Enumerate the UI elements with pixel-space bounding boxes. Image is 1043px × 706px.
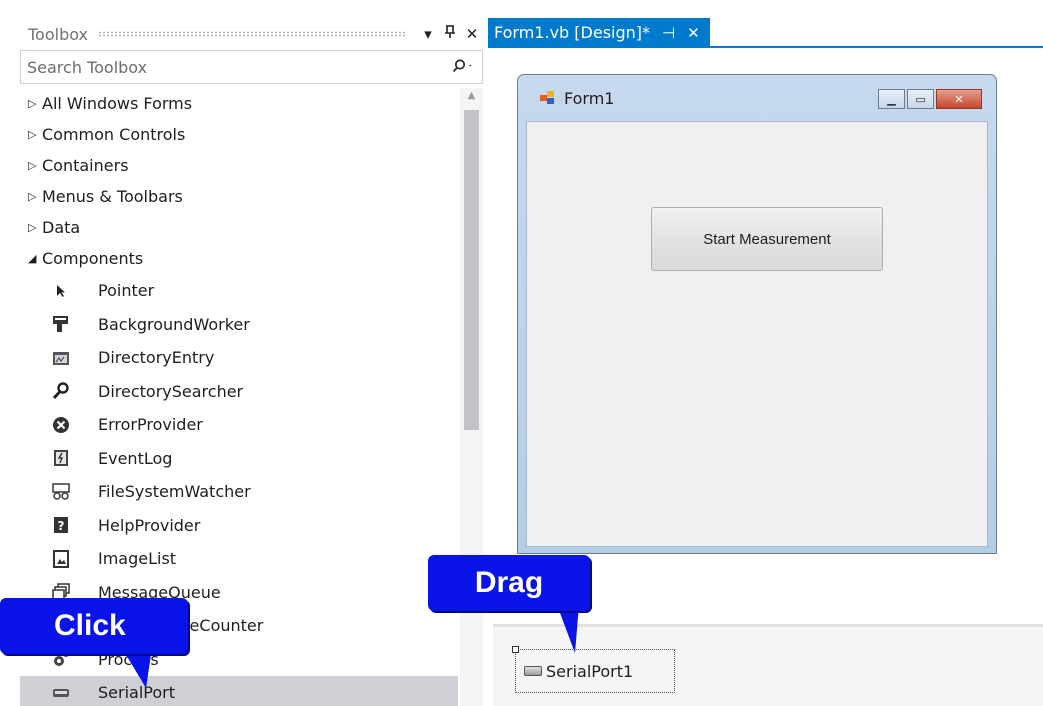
background-worker-icon bbox=[50, 314, 72, 334]
window-controls: ▁ ▭ ✕ bbox=[878, 89, 982, 109]
search-icon[interactable] bbox=[444, 58, 482, 77]
expand-arrow-icon[interactable]: ▷ bbox=[28, 97, 42, 110]
item-label: EventLog bbox=[98, 448, 173, 468]
expand-arrow-icon[interactable]: ▷ bbox=[28, 190, 42, 203]
category-label: All Windows Forms bbox=[42, 94, 193, 113]
collapse-arrow-icon[interactable]: ◢ bbox=[28, 252, 42, 265]
svg-text:?: ? bbox=[58, 519, 65, 533]
file-system-watcher-icon bbox=[50, 482, 72, 502]
serial-port-icon bbox=[524, 666, 542, 676]
help-provider-icon: ? bbox=[50, 515, 72, 535]
expand-arrow-icon[interactable]: ▷ bbox=[28, 159, 42, 172]
category-all-windows-forms[interactable]: ▷ All Windows Forms bbox=[20, 88, 458, 119]
toolbox-item-serialport[interactable]: SerialPort bbox=[20, 676, 458, 706]
toolbox-item-directorysearcher[interactable]: DirectorySearcher bbox=[20, 375, 458, 409]
form-client-area[interactable]: Start Measurement bbox=[526, 121, 988, 547]
expand-arrow-icon[interactable]: ▷ bbox=[28, 128, 42, 141]
dropdown-icon[interactable]: ▾ bbox=[417, 25, 439, 43]
toolbox-item-errorprovider[interactable]: ErrorProvider bbox=[20, 408, 458, 442]
close-icon[interactable]: ✕ bbox=[687, 24, 700, 42]
toolbox-title: Toolbox bbox=[28, 24, 88, 44]
search-input[interactable] bbox=[21, 52, 444, 82]
drag-callout: Drag bbox=[428, 555, 590, 611]
form-title: Form1 bbox=[564, 88, 615, 108]
serialport1-component[interactable]: SerialPort1 bbox=[512, 646, 675, 693]
item-label: ErrorProvider bbox=[98, 415, 203, 435]
toolbox-header: Toolbox ▾ ✕ bbox=[20, 18, 483, 50]
category-label: Common Controls bbox=[42, 125, 186, 144]
item-label: Pointer bbox=[98, 281, 155, 301]
document-tab-bar: Form1.vb [Design]* ⊣ ✕ bbox=[488, 18, 1043, 48]
item-label: DirectoryEntry bbox=[98, 348, 215, 368]
category-label: Components bbox=[42, 249, 144, 268]
directory-entry-icon bbox=[50, 348, 72, 368]
click-callout: Click bbox=[0, 598, 188, 654]
toolbox-item-imagelist[interactable]: ImageList bbox=[20, 542, 458, 576]
item-label: ImageList bbox=[98, 549, 177, 569]
category-label: Data bbox=[42, 218, 81, 237]
item-label: HelpProvider bbox=[98, 515, 201, 535]
drag-callout-pointer bbox=[557, 605, 579, 653]
category-common-controls[interactable]: ▷ Common Controls bbox=[20, 119, 458, 150]
item-label: FileSystemWatcher bbox=[98, 482, 251, 502]
expand-arrow-icon[interactable]: ▷ bbox=[28, 221, 42, 234]
form-icon bbox=[540, 91, 556, 105]
selection-handle[interactable] bbox=[512, 646, 519, 653]
scrollbar-thumb[interactable] bbox=[464, 110, 479, 430]
pin-icon[interactable] bbox=[439, 25, 461, 43]
close-icon[interactable]: ✕ bbox=[461, 25, 483, 43]
category-label: Containers bbox=[42, 156, 129, 175]
toolbox-item-pointer[interactable]: Pointer bbox=[20, 274, 458, 308]
directory-searcher-icon bbox=[50, 381, 72, 401]
component-label: SerialPort1 bbox=[546, 661, 634, 681]
serial-port-icon bbox=[50, 683, 72, 703]
minimize-icon[interactable]: ▁ bbox=[878, 89, 905, 109]
category-label: Menus & Toolbars bbox=[42, 187, 183, 206]
scroll-up-icon[interactable]: ▲ bbox=[460, 90, 483, 101]
category-components[interactable]: ◢ Components bbox=[20, 243, 458, 274]
maximize-icon[interactable]: ▭ bbox=[907, 89, 934, 109]
start-measurement-button[interactable]: Start Measurement bbox=[651, 207, 883, 271]
pointer-icon bbox=[50, 281, 72, 301]
tab-form1-design[interactable]: Form1.vb [Design]* ⊣ ✕ bbox=[488, 18, 710, 47]
item-label: DirectorySearcher bbox=[98, 381, 244, 401]
category-data[interactable]: ▷ Data bbox=[20, 212, 458, 243]
toolbox-item-eventlog[interactable]: EventLog bbox=[20, 442, 458, 476]
category-menus-toolbars[interactable]: ▷ Menus & Toolbars bbox=[20, 181, 458, 212]
drag-grip[interactable] bbox=[98, 31, 407, 37]
toolbox-item-helpprovider[interactable]: ? HelpProvider bbox=[20, 509, 458, 543]
tab-label: Form1.vb [Design]* bbox=[494, 23, 651, 42]
pin-icon[interactable]: ⊣ bbox=[662, 24, 675, 42]
form-window[interactable]: Form1 ▁ ▭ ✕ Start Measurement bbox=[517, 74, 997, 554]
toolbox-item-directoryentry[interactable]: DirectoryEntry bbox=[20, 341, 458, 375]
category-containers[interactable]: ▷ Containers bbox=[20, 150, 458, 181]
item-label: BackgroundWorker bbox=[98, 314, 250, 334]
toolbox-item-filesystemwatcher[interactable]: FileSystemWatcher bbox=[20, 475, 458, 509]
click-callout-pointer bbox=[122, 648, 152, 688]
error-provider-icon bbox=[50, 415, 72, 435]
event-log-icon bbox=[50, 448, 72, 468]
toolbox-item-backgroundworker[interactable]: BackgroundWorker bbox=[20, 308, 458, 342]
toolbox-scrollbar[interactable]: ▲ bbox=[460, 88, 483, 706]
image-list-icon bbox=[50, 549, 72, 569]
toolbox-search bbox=[20, 50, 483, 84]
close-icon[interactable]: ✕ bbox=[936, 89, 982, 109]
